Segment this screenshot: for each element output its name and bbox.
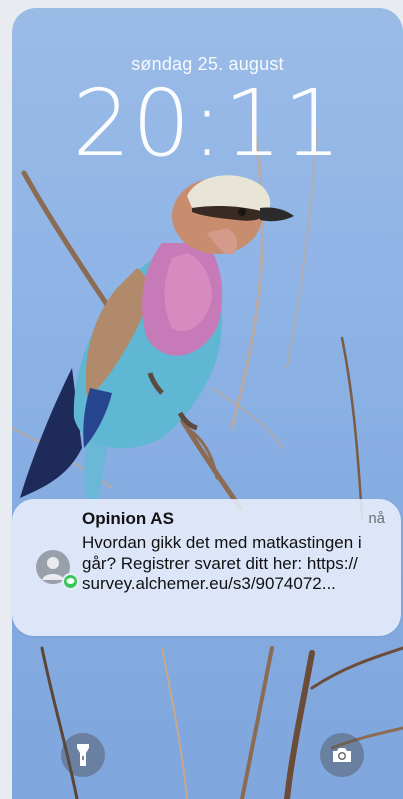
camera-button[interactable] bbox=[320, 733, 364, 777]
lock-screen: søndag 25. august 20:11 bbox=[12, 8, 403, 799]
notification-sender: Opinion AS bbox=[82, 509, 174, 528]
notification-message: Hvordan gikk det med matkastingen i går?… bbox=[82, 533, 362, 593]
notification-card[interactable]: Opinion AS nå Hvordan gikk det med matka… bbox=[12, 499, 401, 636]
flashlight-icon bbox=[77, 744, 89, 766]
messages-icon bbox=[62, 573, 79, 590]
lockscreen-clock: 20:11 bbox=[72, 70, 343, 177]
notification-time: nå bbox=[368, 510, 385, 527]
camera-icon bbox=[333, 748, 351, 762]
flashlight-button[interactable] bbox=[61, 733, 105, 777]
